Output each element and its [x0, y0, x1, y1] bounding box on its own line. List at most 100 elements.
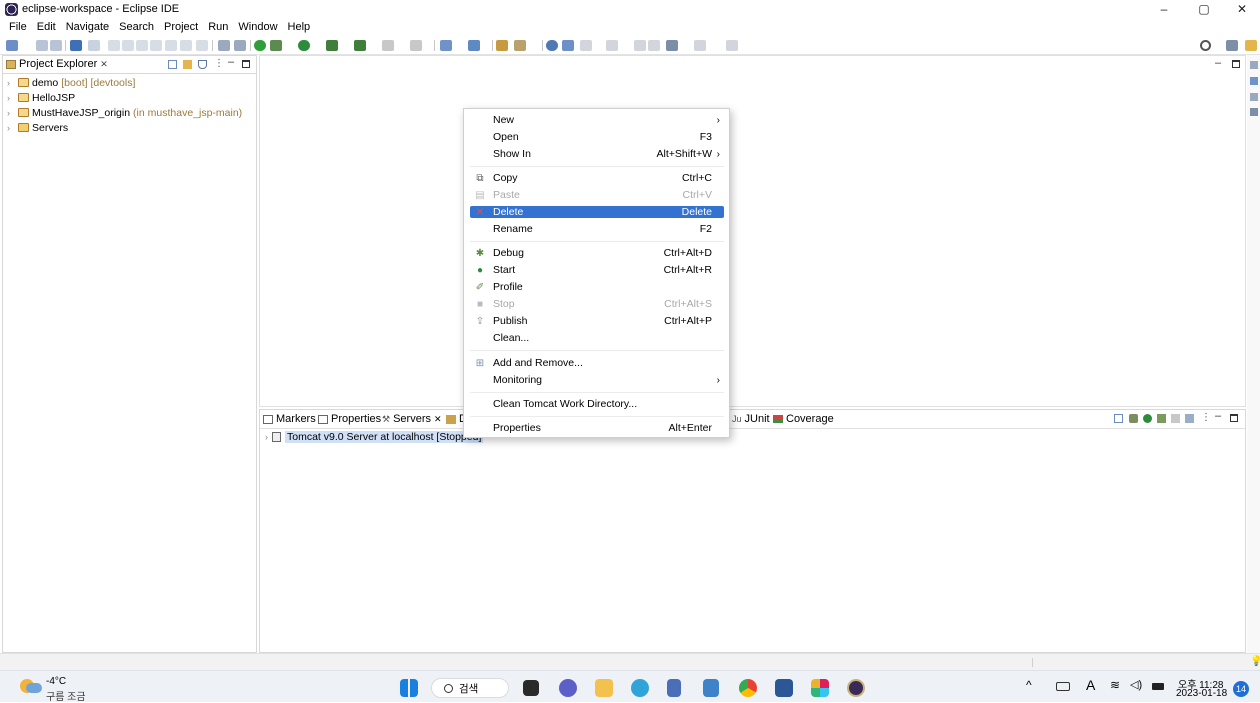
view-menu-icon[interactable]: ⋮	[214, 58, 224, 69]
menu-navigate[interactable]: Navigate	[61, 19, 114, 37]
menu-item-properties[interactable]: Properties Alt+Enter	[470, 420, 724, 436]
menu-item-debug[interactable]: ✱ Debug Ctrl+Alt+D	[470, 245, 724, 261]
battery-icon[interactable]	[1152, 683, 1164, 690]
minimize-view-icon[interactable]: –	[1215, 410, 1221, 422]
expand-icon[interactable]: ›	[265, 432, 268, 442]
teams-chat-icon[interactable]	[559, 679, 577, 697]
minimize-editor-icon[interactable]: –	[1215, 57, 1221, 69]
terminate-icon[interactable]	[136, 40, 148, 51]
maximize-view-icon[interactable]	[242, 60, 250, 68]
menu-project[interactable]: Project	[159, 19, 203, 37]
new-class-icon[interactable]	[468, 40, 480, 51]
spring-explorer-icon[interactable]	[1250, 93, 1258, 101]
keyboard-icon[interactable]	[1056, 682, 1070, 691]
back-icon[interactable]	[648, 40, 660, 51]
start-server-icon[interactable]	[1143, 414, 1152, 423]
filter-icon[interactable]	[198, 60, 207, 69]
open-type-icon[interactable]	[496, 40, 508, 51]
chevron-up-icon[interactable]: ^	[1026, 678, 1032, 692]
use-step-filters-icon[interactable]	[218, 40, 230, 51]
tab-servers[interactable]: ⚒ Servers ✕	[382, 413, 442, 425]
eclipse-taskbar-icon[interactable]	[847, 679, 865, 697]
coverage-run-icon[interactable]	[326, 40, 338, 51]
step-over-icon[interactable]	[180, 40, 192, 51]
menu-item-paste[interactable]: ▤ Paste Ctrl+V	[470, 187, 724, 203]
coverage-icon[interactable]	[234, 40, 246, 51]
wifi-icon[interactable]: ≋	[1110, 678, 1120, 692]
pin-editor-icon[interactable]	[726, 40, 738, 51]
word-icon[interactable]	[775, 679, 793, 697]
notepad-icon[interactable]	[667, 679, 681, 697]
view-menu-icon[interactable]: ⋮	[1201, 412, 1211, 423]
menu-file[interactable]: File	[4, 19, 32, 37]
chrome-icon[interactable]	[739, 679, 757, 697]
stop-toolbar-icon[interactable]	[382, 40, 394, 51]
tree-item-demo[interactable]: › demo [boot] [devtools]	[7, 75, 135, 90]
suspend-icon[interactable]	[122, 40, 134, 51]
search-toolbar-icon[interactable]	[514, 40, 526, 51]
file-explorer-icon[interactable]	[595, 679, 613, 697]
step-return-icon[interactable]	[196, 40, 208, 51]
skip-breakpoints-icon[interactable]	[88, 40, 100, 51]
menu-item-copy[interactable]: ⧉ Copy Ctrl+C	[470, 170, 724, 186]
menu-item-profile[interactable]: ✐ Profile	[470, 279, 724, 295]
menu-item-new[interactable]: New ›	[470, 112, 724, 128]
menu-item-open[interactable]: Open F3	[470, 129, 724, 145]
expand-icon[interactable]: ›	[7, 78, 15, 88]
publish-server-icon[interactable]	[1185, 414, 1194, 423]
resume-icon[interactable]	[108, 40, 120, 51]
navigate-forward-icon[interactable]	[694, 40, 706, 51]
menu-item-show-in[interactable]: Show In Alt+Shift+W ›	[470, 146, 724, 162]
start-menu-icon[interactable]	[400, 679, 418, 697]
close-tab-icon[interactable]: ✕	[100, 59, 108, 70]
open-perspective-icon[interactable]	[1226, 40, 1238, 51]
debug-run-icon[interactable]	[270, 40, 282, 51]
close-window-button[interactable]: ✕	[1222, 0, 1260, 19]
tab-junit[interactable]: Ju JUnit	[732, 413, 770, 425]
disconnect-icon[interactable]	[150, 40, 162, 51]
java-ee-perspective-icon[interactable]	[1245, 40, 1257, 51]
expand-icon[interactable]: ›	[7, 93, 15, 103]
search-icon[interactable]	[1200, 40, 1211, 51]
stop-servers-icon[interactable]	[410, 40, 422, 51]
volume-icon[interactable]: ◁)	[1130, 678, 1142, 691]
maximize-button[interactable]: ▢	[1184, 0, 1224, 19]
menu-window[interactable]: Window	[233, 19, 282, 37]
tab-coverage[interactable]: Coverage	[773, 413, 834, 425]
next-annotation-icon[interactable]	[580, 40, 592, 51]
menu-item-add-remove[interactable]: ⊞ Add and Remove...	[470, 355, 724, 371]
tree-item-hellojsp[interactable]: › HelloJSP	[7, 90, 75, 105]
new-java-project-icon[interactable]	[440, 40, 452, 51]
maximize-editor-icon[interactable]	[1232, 60, 1240, 68]
last-edit-icon[interactable]	[634, 40, 646, 51]
collapse-all-icon[interactable]	[1114, 414, 1123, 423]
profile-server-icon[interactable]	[1157, 414, 1166, 423]
menu-item-rename[interactable]: Rename F2	[470, 221, 724, 237]
menu-item-stop[interactable]: ■ Stop Ctrl+Alt+S	[470, 296, 724, 312]
menu-run[interactable]: Run	[203, 19, 233, 37]
edge-browser-icon[interactable]	[631, 679, 649, 697]
menu-search[interactable]: Search	[114, 19, 159, 37]
palette-icon[interactable]	[1250, 108, 1258, 116]
outline-icon[interactable]	[1250, 61, 1258, 69]
tree-item-servers[interactable]: › Servers	[7, 120, 68, 135]
menu-item-clean-tomcat[interactable]: Clean Tomcat Work Directory...	[470, 396, 724, 412]
menu-item-publish[interactable]: ⇪ Publish Ctrl+Alt+P	[470, 313, 724, 329]
menu-item-clean[interactable]: Clean...	[470, 330, 724, 346]
tab-project-explorer[interactable]: Project Explorer ✕	[6, 58, 108, 70]
tip-icon[interactable]: 💡	[1250, 656, 1260, 667]
annotation-icon[interactable]	[562, 40, 574, 51]
tree-item-musthavejsp[interactable]: › MustHaveJSP_origin (in musthave_jsp-ma…	[7, 105, 242, 120]
link-editor-icon[interactable]	[183, 60, 192, 69]
task-view-icon[interactable]	[523, 680, 539, 696]
tab-markers[interactable]: Markers	[263, 413, 316, 425]
menu-item-monitoring[interactable]: Monitoring ›	[470, 372, 724, 388]
network-app-icon[interactable]	[703, 679, 719, 697]
slack-icon[interactable]	[811, 679, 829, 697]
server-tree-row[interactable]: › Tomcat v9.0 Server at localhost [Stopp…	[265, 431, 484, 443]
expand-icon[interactable]: ›	[7, 123, 15, 133]
navigate-back-icon[interactable]	[666, 40, 678, 51]
maximize-view-icon[interactable]	[1230, 414, 1238, 422]
menu-item-delete[interactable]: ✕ Delete Delete	[470, 206, 724, 218]
menu-item-start[interactable]: ● Start Ctrl+Alt+R	[470, 262, 724, 278]
